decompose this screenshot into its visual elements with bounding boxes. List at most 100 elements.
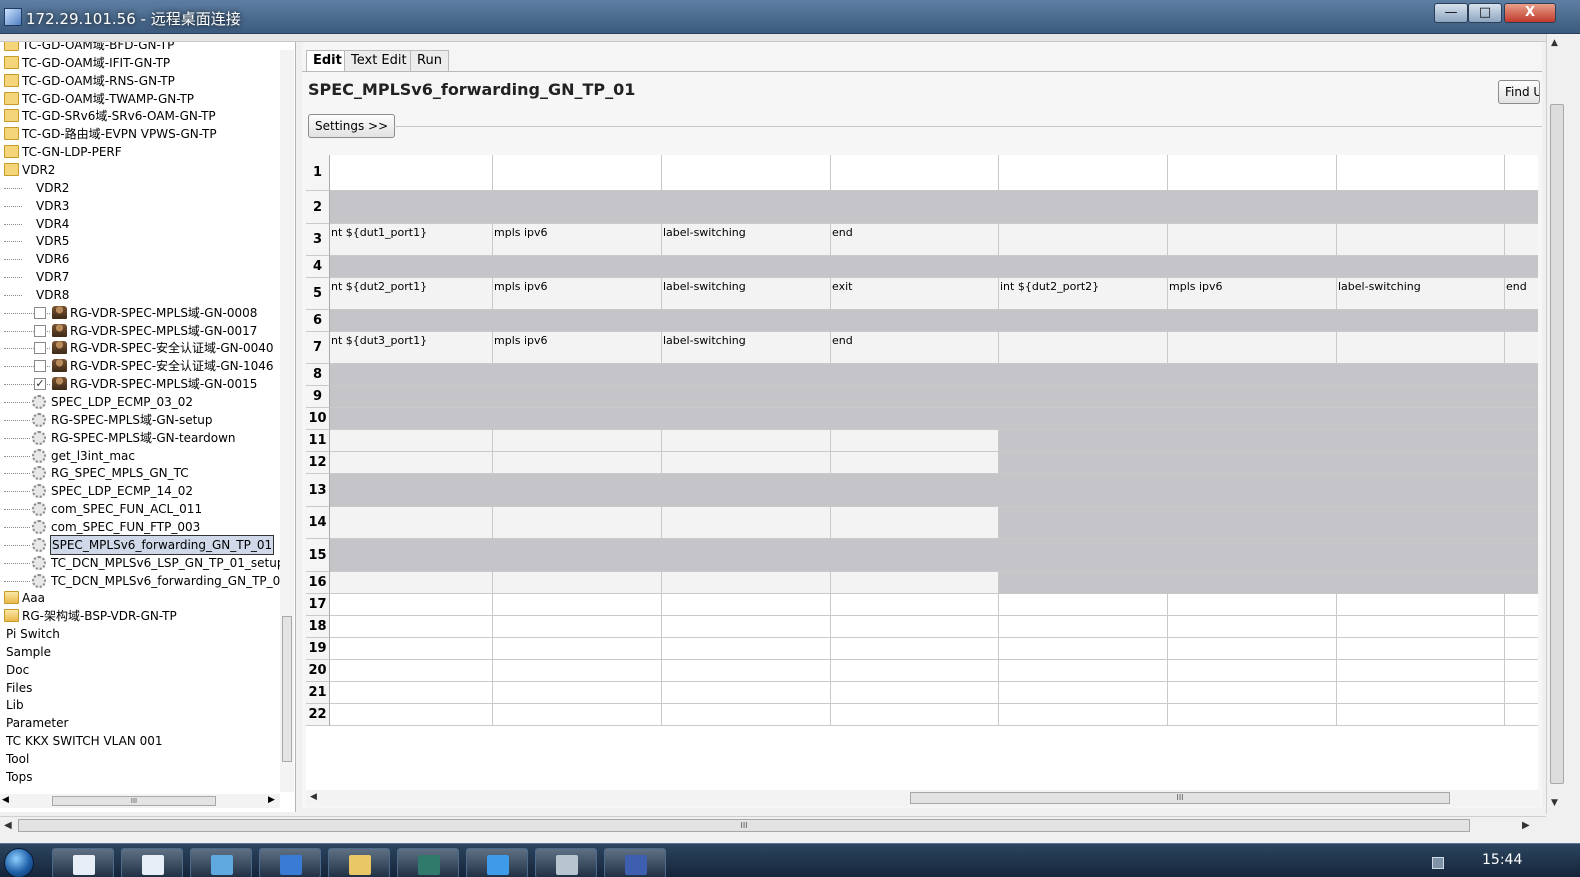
table-cell[interactable] — [1168, 704, 1337, 726]
table-cell[interactable] — [1168, 386, 1337, 408]
network-tray-icon[interactable] — [1432, 857, 1444, 869]
table-cell[interactable] — [999, 638, 1168, 660]
tab-edit[interactable]: Edit — [306, 50, 349, 72]
table-cell[interactable] — [999, 430, 1168, 452]
table-cell[interactable] — [999, 682, 1168, 704]
table-cell[interactable] — [831, 474, 999, 507]
row-number[interactable]: 14 — [306, 507, 330, 539]
table-cell[interactable]: label-switching — [1337, 278, 1505, 310]
table-cell[interactable] — [831, 386, 999, 408]
row-number[interactable]: 9 — [306, 386, 330, 408]
scroll-left-arrow-icon[interactable]: ◀ — [2, 795, 9, 805]
table-cell[interactable] — [662, 191, 831, 224]
table-cell[interactable] — [662, 364, 831, 386]
scroll-left-arrow-icon[interactable]: ◀ — [310, 792, 317, 802]
table-cell[interactable] — [1168, 310, 1337, 332]
table-cell[interactable] — [1505, 682, 1538, 704]
table-cell[interactable] — [493, 507, 662, 539]
table-cell[interactable] — [662, 682, 831, 704]
table-cell[interactable] — [493, 638, 662, 660]
app-horizontal-scrollbar[interactable]: ◀ III ▶ — [0, 816, 1546, 834]
tree-item[interactable]: Doc — [0, 661, 280, 679]
table-cell[interactable] — [662, 638, 831, 660]
table-cell[interactable] — [330, 310, 493, 332]
table-cell[interactable] — [999, 408, 1168, 430]
table-cell[interactable] — [831, 155, 999, 191]
table-cell[interactable] — [493, 539, 662, 572]
scroll-right-arrow-icon[interactable]: ▶ — [268, 795, 275, 805]
table-cell[interactable] — [1505, 430, 1538, 452]
tree-item-checkbox[interactable] — [34, 324, 46, 337]
table-cell[interactable] — [1337, 224, 1505, 256]
table-cell[interactable] — [831, 638, 999, 660]
table-cell[interactable] — [831, 191, 999, 224]
tree-item[interactable]: Pi Switch — [0, 625, 280, 643]
table-cell[interactable] — [1337, 452, 1505, 474]
scrollbar-thumb[interactable]: III — [52, 796, 216, 806]
table-cell[interactable] — [1168, 474, 1337, 507]
row-number[interactable]: 17 — [306, 594, 330, 616]
table-cell[interactable] — [1337, 594, 1505, 616]
row-number[interactable]: 7 — [306, 332, 330, 364]
tree-item[interactable]: VDR8 — [0, 286, 280, 304]
table-cell[interactable] — [662, 256, 831, 278]
taskbar-app-button[interactable] — [397, 848, 459, 877]
table-cell[interactable] — [1168, 452, 1337, 474]
app-vertical-scrollbar[interactable]: ▲ ▼ — [1546, 34, 1566, 814]
table-cell[interactable]: end — [831, 224, 999, 256]
tree-item[interactable]: RG-VDR-SPEC-MPLS域-GN-0017 — [0, 322, 280, 340]
table-cell[interactable] — [1505, 364, 1538, 386]
table-cell[interactable] — [330, 594, 493, 616]
table-cell[interactable]: end — [831, 332, 999, 364]
row-number[interactable]: 11 — [306, 430, 330, 452]
tree-item[interactable]: TC-GD-OAM域-IFIT-GN-TP — [0, 54, 280, 72]
table-cell[interactable] — [999, 704, 1168, 726]
table-cell[interactable] — [493, 310, 662, 332]
tree-item[interactable]: Parameter — [0, 714, 280, 732]
tree-item[interactable]: VDR2 — [0, 179, 280, 197]
row-number[interactable]: 21 — [306, 682, 330, 704]
settings-button[interactable]: Settings >> — [308, 114, 396, 138]
tree-item[interactable]: TC_DCN_MPLSv6_forwarding_GN_TP_01_ — [0, 572, 294, 590]
tree-item[interactable]: Tops — [0, 768, 280, 786]
tree-item[interactable]: RG-VDR-SPEC-安全认证域-GN-0040 — [0, 339, 280, 357]
table-cell[interactable] — [493, 474, 662, 507]
table-cell[interactable] — [662, 704, 831, 726]
tree-item-checkbox[interactable] — [34, 342, 46, 355]
tree-item[interactable]: TC-GN-LDP-PERF — [0, 143, 280, 161]
scroll-up-arrow-icon[interactable]: ▲ — [1551, 38, 1558, 48]
table-cell[interactable] — [1337, 256, 1505, 278]
table-cell[interactable] — [1337, 638, 1505, 660]
table-cell[interactable] — [1505, 638, 1538, 660]
scroll-down-arrow-icon[interactable]: ▼ — [1551, 798, 1558, 808]
table-cell[interactable]: label-switching — [662, 332, 831, 364]
taskbar-app-button[interactable] — [466, 848, 528, 877]
table-cell[interactable] — [662, 616, 831, 638]
table-cell[interactable] — [1337, 539, 1505, 572]
table-cell[interactable] — [1337, 474, 1505, 507]
table-cell[interactable] — [493, 682, 662, 704]
table-cell[interactable] — [330, 507, 493, 539]
table-cell[interactable] — [662, 386, 831, 408]
table-cell[interactable] — [1168, 594, 1337, 616]
tree-item-checkbox[interactable] — [34, 306, 46, 319]
table-cell[interactable] — [1168, 364, 1337, 386]
tree-item[interactable]: TC_DCN_MPLSv6_LSP_GN_TP_01_setup — [0, 554, 284, 572]
table-cell[interactable]: mpls ipv6 — [493, 278, 662, 310]
table-cell[interactable] — [1337, 572, 1505, 594]
table-cell[interactable] — [1337, 364, 1505, 386]
tree-item[interactable]: com_SPEC_FUN_FTP_003 — [0, 518, 280, 536]
table-cell[interactable] — [831, 408, 999, 430]
table-cell[interactable] — [662, 474, 831, 507]
table-cell[interactable] — [493, 594, 662, 616]
table-cell[interactable] — [662, 660, 831, 682]
scrollbar-thumb[interactable]: III — [18, 819, 1470, 832]
tree-item[interactable]: TC-GD-OAM域-RNS-GN-TP — [0, 72, 280, 90]
table-cell[interactable] — [493, 191, 662, 224]
taskbar-app-button[interactable] — [52, 848, 114, 877]
table-cell[interactable] — [1505, 155, 1538, 191]
tree-item[interactable]: VDR7 — [0, 268, 280, 286]
table-cell[interactable] — [999, 310, 1168, 332]
row-number[interactable]: 16 — [306, 572, 330, 594]
table-cell[interactable] — [1505, 408, 1538, 430]
